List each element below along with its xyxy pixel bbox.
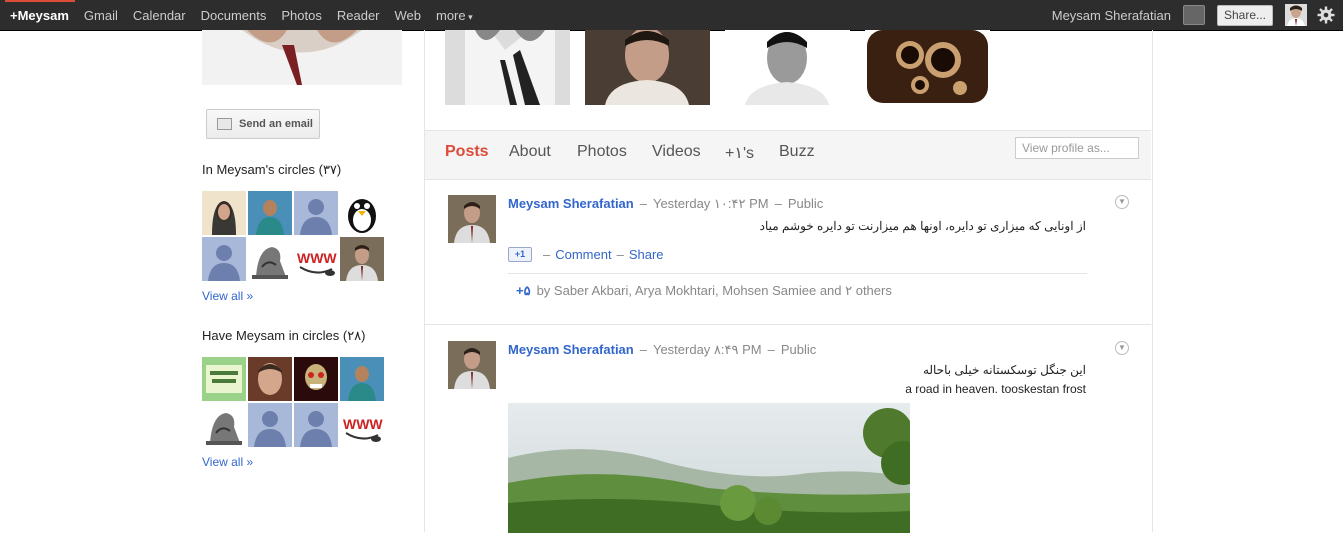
top-nav: +Meysam Gmail Calendar Documents Photos … <box>0 0 488 30</box>
share-link[interactable]: Share <box>629 247 664 262</box>
nav-calendar[interactable]: Calendar <box>133 8 186 23</box>
post-author-avatar[interactable] <box>448 195 496 243</box>
circle-avatar[interactable] <box>294 191 338 235</box>
post-card: Meysam Sherafatian – Yesterday ۸:۴۹ PM – Pub… <box>425 325 1151 533</box>
post-author-name[interactable]: Meysam Sherafatian <box>508 342 634 357</box>
post-author-name[interactable]: Meysam Sherafatian <box>508 196 634 211</box>
post-time[interactable]: Yesterday ۱۰:۴۲ PM <box>653 196 769 211</box>
comment-link[interactable]: Comment <box>555 247 611 262</box>
top-bar: +Meysam Gmail Calendar Documents Photos … <box>0 0 1343 31</box>
circle-avatar[interactable] <box>340 191 384 235</box>
circle-avatar[interactable]: WWW <box>340 403 384 447</box>
circle-avatar[interactable] <box>202 403 246 447</box>
nav-web[interactable]: Web <box>395 8 422 23</box>
circle-avatar[interactable] <box>248 357 292 401</box>
plus-by-list[interactable]: by Saber Akbari, Arya Mokhtari, Mohsen S… <box>537 283 892 298</box>
post-text-ltr: a road in heaven. tooskestan frost <box>905 382 1086 396</box>
post-visibility[interactable]: Public <box>781 342 816 357</box>
nav-gmail[interactable]: Gmail <box>84 8 118 23</box>
post-author-avatar[interactable] <box>448 341 496 389</box>
circle-avatar[interactable] <box>340 357 384 401</box>
post-time[interactable]: Yesterday ۸:۴۹ PM <box>653 342 762 357</box>
tab-photos[interactable]: Photos <box>577 143 627 161</box>
plus-ones-line: +۵ by Saber Akbari, Arya Mokhtari, Mohsen… <box>508 273 1087 299</box>
share-button[interactable]: Share... <box>1216 4 1273 26</box>
tab-plus-ones[interactable]: +۱'s <box>725 143 754 163</box>
tab-about[interactable]: About <box>509 143 551 161</box>
tab-buzz[interactable]: Buzz <box>779 143 815 161</box>
nav-reader[interactable]: Reader <box>337 8 380 23</box>
send-email-button[interactable]: Send an email <box>206 109 320 139</box>
have-circles-grid: WWW <box>202 357 384 447</box>
post-meta: Meysam Sherafatian – Yesterday ۸:۴۹ PM – Pub… <box>508 342 817 357</box>
send-email-label: Send an email <box>239 118 313 130</box>
post-card: Meysam Sherafatian – Yesterday ۱۰:۴۲ PM – Pu… <box>425 179 1151 325</box>
top-right: Meysam Sherafatian Share... <box>1052 0 1343 30</box>
circle-avatar[interactable] <box>248 403 292 447</box>
plus-one-button[interactable]: +1 <box>508 247 532 262</box>
in-circles-view-all[interactable]: View all » <box>202 289 253 303</box>
profile-photo <box>202 30 402 85</box>
post-meta: Meysam Sherafatian – Yesterday ۱۰:۴۲ PM – Pu… <box>508 196 824 211</box>
have-circles-title: Have Meysam in circles (۲۸) <box>202 328 366 343</box>
circle-avatar[interactable] <box>294 403 338 447</box>
circle-avatar[interactable]: WWW <box>294 237 338 281</box>
nav-photos[interactable]: Photos <box>281 8 321 23</box>
post-menu-icon[interactable]: ▼ <box>1115 341 1129 355</box>
brand-link[interactable]: +Meysam <box>10 8 69 23</box>
plus-count: +۵ <box>516 283 531 298</box>
in-circles-grid: WWW <box>202 191 384 281</box>
nav-documents[interactable]: Documents <box>201 8 267 23</box>
avatar[interactable] <box>1285 4 1307 26</box>
nav-more[interactable]: more <box>436 8 473 23</box>
circle-avatar[interactable] <box>248 237 292 281</box>
strip-photo[interactable] <box>725 30 850 105</box>
post-text-rtl: این جنگل توسکستانه خیلی باحاله <box>922 363 1086 377</box>
notification-icon[interactable] <box>1182 5 1205 25</box>
circle-avatar[interactable] <box>202 237 246 281</box>
tab-posts[interactable]: Posts <box>445 143 489 161</box>
post-actions: +1 – Comment – Share <box>508 247 664 262</box>
circle-avatar[interactable] <box>248 191 292 235</box>
have-circles-view-all[interactable]: View all » <box>202 455 253 469</box>
circle-avatar[interactable] <box>202 357 246 401</box>
strip-photo[interactable] <box>865 30 990 105</box>
post-image[interactable] <box>508 403 910 533</box>
gear-icon[interactable] <box>1317 6 1335 24</box>
circle-avatar[interactable] <box>340 237 384 281</box>
view-profile-as-input[interactable]: View profile as... <box>1015 137 1139 159</box>
svg-text:WWW: WWW <box>343 416 383 432</box>
strip-photo[interactable] <box>585 30 710 105</box>
tab-videos[interactable]: Videos <box>652 143 701 161</box>
circle-avatar[interactable] <box>294 357 338 401</box>
post-text: از اونایی که میزاری تو دایره، اونها هم م… <box>759 219 1086 233</box>
profile-tabs: Posts About Photos Videos +۱'s Buzz View… <box>425 130 1151 180</box>
circle-avatar[interactable] <box>202 191 246 235</box>
post-visibility[interactable]: Public <box>788 196 823 211</box>
envelope-icon <box>217 118 232 130</box>
in-circles-title: In Meysam's circles (۳۷) <box>202 162 342 177</box>
strip-photo[interactable] <box>445 30 570 105</box>
user-name[interactable]: Meysam Sherafatian <box>1052 8 1171 23</box>
svg-text:WWW: WWW <box>297 250 337 266</box>
post-menu-icon[interactable]: ▼ <box>1115 195 1129 209</box>
